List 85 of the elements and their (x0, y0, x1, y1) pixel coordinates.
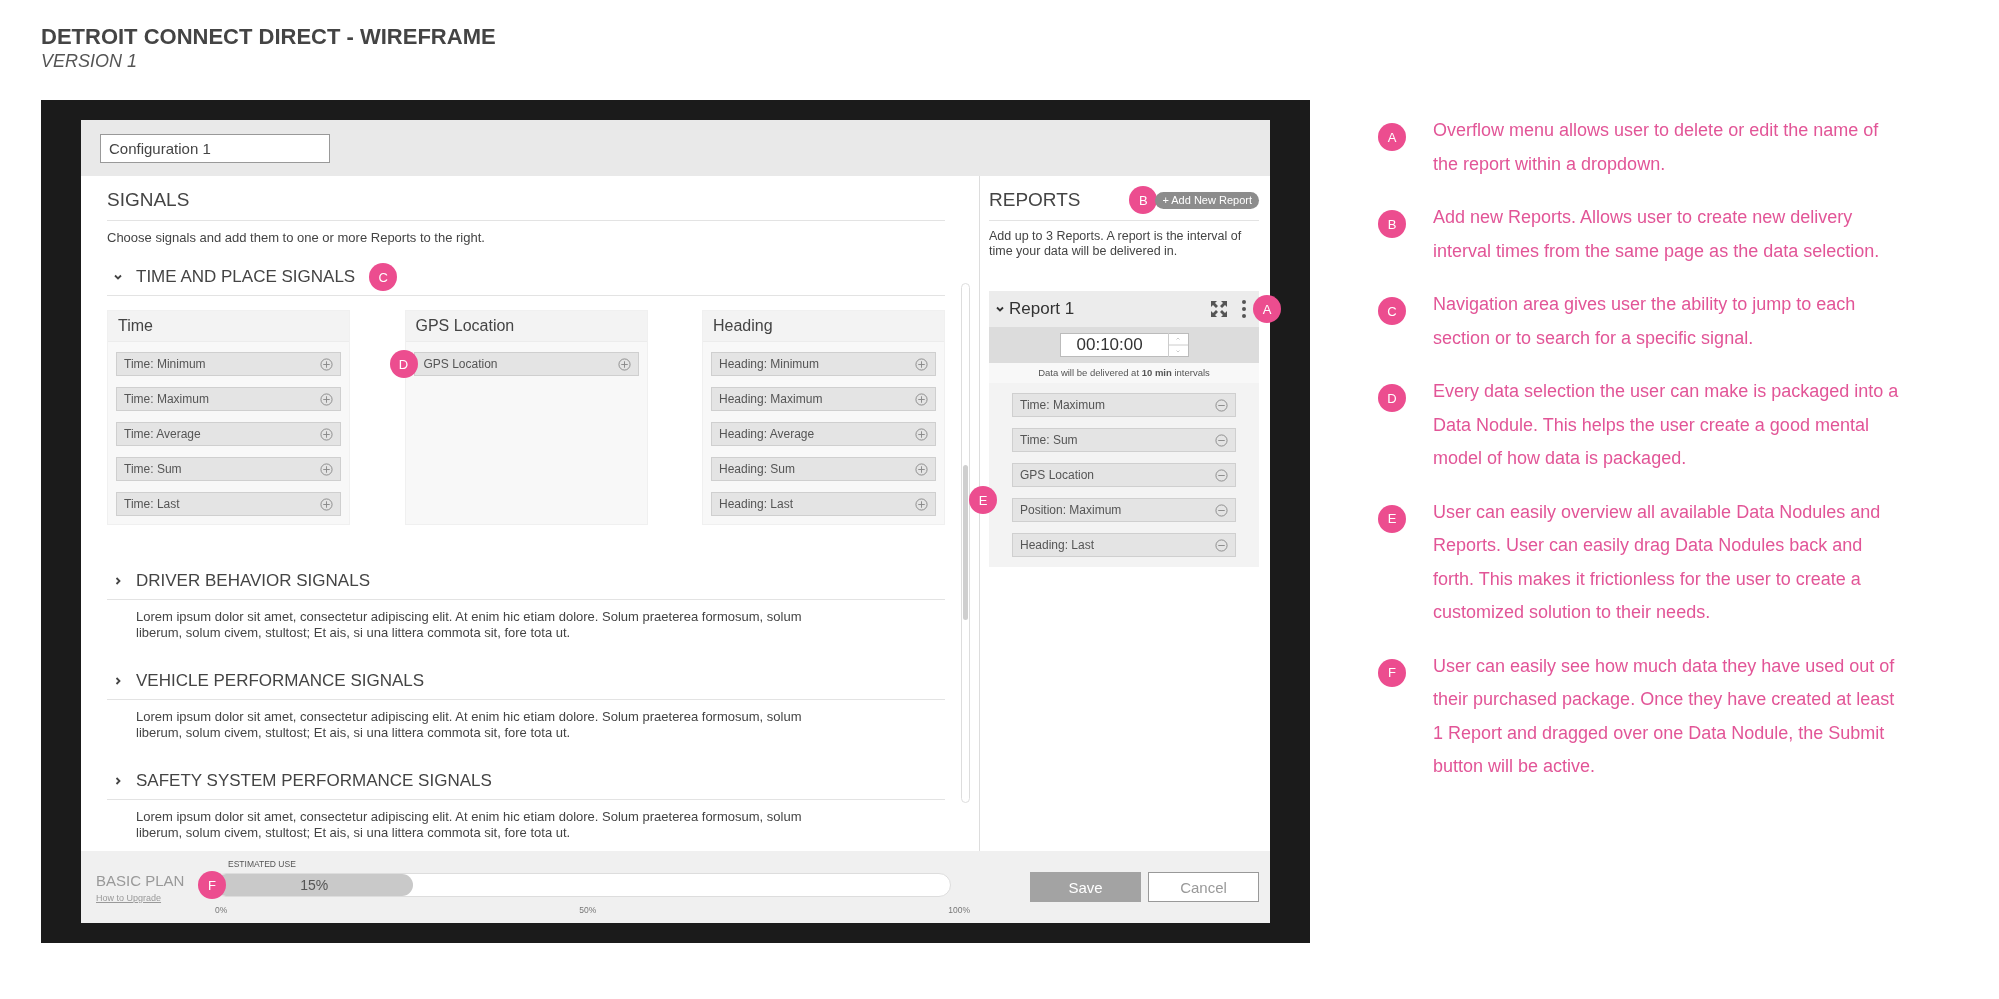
annotation-text: Add new Reports. Allows user to create new delivery interval times from the same page as the data selection. (1433, 206, 1881, 263)
annotation-text: User can easily see how much data they have used out of their purchased package. Once they have created at least 1 Report and dragged over one Data Nodule, the Submit button will be active. (1433, 654, 1896, 778)
add-icon[interactable] (915, 427, 928, 441)
section-description: Lorem ipsum dolor sit amet, consectetur adipiscing elit. At enim hic etiam dolore. Solum praeterea formosum, solum liberum, solum civem, stultost; Et ais, si una littera commota sit, fore tota ut. (135, 609, 803, 641)
add-icon[interactable] (320, 357, 333, 371)
signal-chip[interactable]: Time: Average (116, 422, 341, 446)
callout-marker: A (1378, 123, 1406, 151)
section-title[interactable]: TIME AND PLACE SIGNALS (136, 267, 356, 287)
group-title: Time (108, 311, 349, 342)
remove-icon[interactable] (1215, 398, 1228, 412)
remove-icon[interactable] (1215, 468, 1228, 482)
annotation-text: Overflow menu allows user to delete or edit the name of the report within a dropdown. (1433, 119, 1880, 176)
interval-note: Data will be delivered at 10 min intervals (989, 363, 1259, 383)
callout-marker: F (1378, 658, 1406, 687)
signal-chip[interactable]: Heading: Sum (711, 457, 936, 481)
overflow-menu-icon[interactable] (1242, 300, 1246, 318)
chevron-right-icon[interactable] (113, 776, 123, 786)
callout-marker: E (1378, 504, 1406, 533)
section-title[interactable]: DRIVER BEHAVIOR SIGNALS (136, 571, 370, 591)
callout-marker: E (969, 486, 997, 514)
expand-icon[interactable] (1210, 300, 1228, 318)
report-signal-chip[interactable]: Time: Maximum (1012, 393, 1236, 417)
scrollbar[interactable] (961, 283, 970, 803)
callout-marker: C (369, 263, 398, 291)
group-title: GPS Location (405, 311, 647, 342)
scale-tick-label: 0% (215, 905, 228, 915)
report-signal-chip[interactable]: Time: Sum (1012, 428, 1236, 452)
add-icon[interactable] (915, 497, 928, 511)
signal-chip[interactable]: Heading: Average (711, 422, 936, 446)
remove-icon[interactable] (1215, 538, 1228, 552)
add-icon[interactable] (915, 392, 928, 406)
signal-chip[interactable]: Heading: Maximum (711, 387, 936, 411)
add-icon[interactable] (320, 462, 333, 476)
report-signal-chip[interactable]: GPS Location (1012, 463, 1236, 487)
signal-chip[interactable]: Heading: Minimum (711, 352, 936, 376)
add-icon[interactable] (915, 462, 928, 476)
signal-chip[interactable]: Time: Minimum (116, 352, 341, 376)
annotation-text: Every data selection the user can make is packaged into a Data Nodule. This helps the user create a good mental model of how data is packaged. (1433, 380, 1900, 470)
callout-marker: F (198, 871, 226, 899)
section-title[interactable]: VEHICLE PERFORMANCE SIGNALS (136, 671, 425, 691)
callout-marker: B (1129, 186, 1158, 214)
signal-chip[interactable]: Time: Maximum (116, 387, 341, 411)
chevron-right-icon[interactable] (113, 576, 123, 586)
section-title[interactable]: SAFETY SYSTEM PERFORMANCE SIGNALS (136, 771, 492, 791)
annotation-text: User can easily overview all available Data Nodules and Reports. User can easily drag Data Nodules back and forth. This makes it frictionless for the user to create a customized solution to their needs. (1433, 500, 1882, 624)
group-title: Heading (703, 311, 944, 342)
callout-marker: D (1378, 384, 1406, 412)
plan-name: BASIC PLAN (96, 871, 186, 889)
scale-tick-label: 100% (948, 905, 970, 915)
interval-field[interactable]: 00:10:00 (1059, 333, 1189, 357)
signal-chip[interactable]: GPS Location (413, 352, 639, 376)
section-description: Lorem ipsum dolor sit amet, consectetur adipiscing elit. At enim hic etiam dolore. Solum praeterea formosum, solum liberum, solum civem, stultost; Et ais, si una littera commota sit, fore tota ut. (135, 809, 803, 841)
document-title: DETROIT CONNECT DIRECT - WIREFRAME (41, 24, 497, 50)
reports-description: Add up to 3 Reports. A report is the interval of time your data will be delivered in. (989, 229, 1243, 259)
config-name-field[interactable]: Configuration 1 (100, 133, 330, 163)
signal-chip[interactable]: Time: Sum (116, 457, 341, 481)
signals-description: Choose signals and add them to one or more Reports to the right. (107, 230, 486, 245)
callout-marker: B (1378, 210, 1406, 238)
remove-icon[interactable] (1215, 503, 1228, 517)
signal-chip[interactable]: Time: Last (116, 492, 341, 516)
signals-heading: SIGNALS (107, 188, 945, 221)
remove-icon[interactable] (1215, 433, 1228, 447)
add-icon[interactable] (320, 427, 333, 441)
usage-reading: 15% (300, 877, 329, 893)
add-icon[interactable] (617, 357, 631, 371)
add-icon[interactable] (915, 357, 928, 371)
version-label: VERSION 1 (41, 50, 139, 72)
section-description: Lorem ipsum dolor sit amet, consectetur adipiscing elit. At enim hic etiam dolore. Solum praeterea formosum, solum liberum, solum civem, stultost; Et ais, si una littera commota sit, fore tota ut. (135, 709, 803, 741)
add-report-button[interactable]: + Add New Report (1155, 191, 1259, 209)
spinner-arrows-icon[interactable] (1167, 333, 1188, 357)
scale-tick-label: 50% (579, 905, 597, 915)
add-icon[interactable] (320, 392, 333, 406)
callout-marker: C (1378, 297, 1406, 325)
callout-marker: D (389, 350, 418, 378)
report-signal-chip[interactable]: Position: Maximum (1012, 498, 1236, 522)
report-signal-chip[interactable]: Heading: Last (1012, 533, 1236, 557)
reports-heading: REPORTS (989, 188, 1081, 212)
add-icon[interactable] (320, 497, 333, 511)
usage-caption: ESTIMATED USE (227, 859, 297, 869)
chevron-down-icon[interactable] (113, 272, 123, 282)
signal-chip[interactable]: Heading: Last (711, 492, 936, 516)
callout-marker: A (1253, 295, 1281, 323)
chevron-down-icon[interactable] (995, 304, 1005, 314)
annotation-text: Navigation area gives user the ability to jump to each section or to search for a specific signal. (1433, 293, 1857, 350)
chevron-right-icon[interactable] (113, 676, 123, 686)
